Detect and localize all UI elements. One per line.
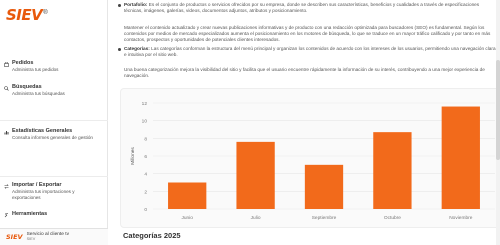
y-axis-label: Millones [130,147,136,165]
footer-user-sub: SIEV [26,237,36,241]
x-tick-label: Junio [181,215,193,221]
bar [373,132,412,209]
sidebar-divider [0,176,108,177]
bar [168,182,207,209]
y-tick-label: 2 [144,189,147,195]
chart-icon [4,130,9,135]
bullet [118,4,121,7]
bag-icon [4,62,9,67]
chart-card: 0 2 4 6 8 10 12 Millones Junio Julio Septiembre Oct… [120,88,500,228]
wrench-icon [4,213,9,218]
bar [304,164,344,209]
logo-text: SIEV [6,6,43,24]
registered-mark: ® [43,10,48,16]
sidebar-item-importar-exportar[interactable]: Importar / Exportar Administra tus impor… [4,182,104,201]
footer-logo: SIEV [6,233,23,241]
label-portafolio: Portafolio: [124,2,148,7]
section-title: Categorías 2025 [123,231,181,240]
paragraph-seo: Mantener el contenido actualizado y crea… [124,25,496,44]
paragraph-portafolio: Portafolio: Es el conjunto de productos … [124,2,496,14]
search-icon [4,86,9,91]
x-tick-label: Octubre [384,215,401,221]
sidebar-item-title: Pedidos [12,60,34,66]
scrollbar-thumb[interactable] [496,60,500,160]
transfer-icon [4,184,9,189]
x-tick-label: Noviembre [449,215,473,221]
bar [441,106,480,209]
sidebar: SIEV ® Pedidos Administra tus pedidos Bú… [0,0,108,245]
sidebar-item-busquedas[interactable]: Búsquedas Administra tus búsquedas [4,84,104,97]
y-tick-label: 12 [142,101,148,107]
paragraph-categorizacion: Una buena categorización mejora la visib… [124,67,496,79]
text-portafolio: Es el conjunto de productos o servicios … [124,2,480,14]
x-tick-label: Septiembre [312,215,337,221]
sidebar-item-estadisticas[interactable]: Estadísticas Generales Consulta informes… [4,128,104,141]
y-tick-label: 10 [142,119,148,125]
sidebar-divider [0,120,108,121]
sidebar-item-herramientas[interactable]: Herramientas [4,211,104,218]
y-tick-label: 4 [144,172,147,178]
bullet [118,48,121,51]
brand-logo[interactable]: SIEV ® [6,6,48,24]
text-categorias: Las categorías conforman la estructura d… [124,46,496,58]
sidebar-footer[interactable]: SIEV Servicio al cliente tv SIEV [0,228,108,245]
sidebar-item-subtitle: Consulta informes generales de gestión [12,135,93,140]
text-categorizacion: Una buena categorización mejora la visib… [124,67,485,79]
bar-chart: 0 2 4 6 8 10 12 Millones Junio Julio Septiembre Oct… [130,101,495,221]
label-categorias: Categorías: [124,46,150,51]
sidebar-item-pedidos[interactable]: Pedidos Administra tus pedidos [4,60,104,73]
sidebar-item-subtitle: Administra tus pedidos [12,67,59,72]
paragraph-categorias: Categorías: Las categorías conforman la … [124,46,496,58]
x-tick-label: Julio [251,215,261,221]
sidebar-item-subtitle: Administra tus importaciones y exportaci… [12,189,75,200]
sidebar-item-title: Búsquedas [12,84,42,90]
sidebar-item-title: Estadísticas Generales [12,128,73,134]
y-tick-label: 8 [144,136,147,142]
sidebar-item-title: Herramientas [12,211,48,217]
sidebar-item-subtitle: Administra tus búsquedas [12,91,65,96]
text-seo: Mantener el contenido actualizado y crea… [124,25,491,43]
bar [236,141,275,209]
y-tick-label: 0 [144,207,147,213]
sidebar-item-title: Importar / Exportar [12,182,62,188]
y-tick-label: 6 [144,154,147,160]
